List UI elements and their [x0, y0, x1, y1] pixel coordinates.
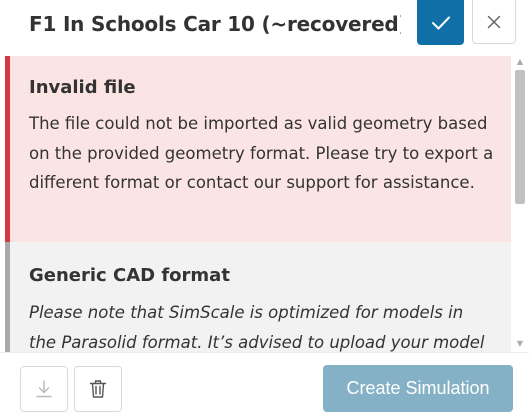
- vertical-scrollbar[interactable]: ▲ ▼: [513, 56, 527, 352]
- alert-title: Invalid file: [29, 77, 136, 98]
- dialog-header: F1 In Schools Car 10 (~recovered) (~r: [0, 0, 529, 50]
- create-simulation-button[interactable]: Create Simulation: [323, 365, 513, 412]
- dialog-footer: Create Simulation: [0, 352, 529, 415]
- scrollbar-thumb[interactable]: [515, 70, 525, 204]
- check-icon: [431, 16, 450, 29]
- alert-body: Please note that SimScale is optimized f…: [29, 303, 485, 352]
- trash-icon: [89, 380, 107, 398]
- scroll-up-icon[interactable]: ▲: [516, 58, 524, 66]
- invalid-file-alert: Invalid file The file could not be impor…: [5, 56, 511, 242]
- alert-body: The file could not be imported as valid …: [29, 114, 494, 192]
- download-button[interactable]: [20, 366, 68, 412]
- messages-scroll-area[interactable]: Invalid file The file could not be impor…: [0, 56, 529, 352]
- dialog-title: F1 In Schools Car 10 (~recovered) (~r: [29, 12, 401, 36]
- download-icon: [36, 380, 52, 398]
- scroll-down-icon[interactable]: ▼: [516, 340, 524, 348]
- close-button[interactable]: [472, 0, 516, 44]
- generic-cad-alert: Generic CAD format Please note that SimS…: [5, 242, 511, 352]
- close-icon: [487, 15, 501, 28]
- alert-title: Generic CAD format: [29, 265, 230, 286]
- delete-button[interactable]: [74, 366, 122, 412]
- confirm-button[interactable]: [417, 0, 464, 45]
